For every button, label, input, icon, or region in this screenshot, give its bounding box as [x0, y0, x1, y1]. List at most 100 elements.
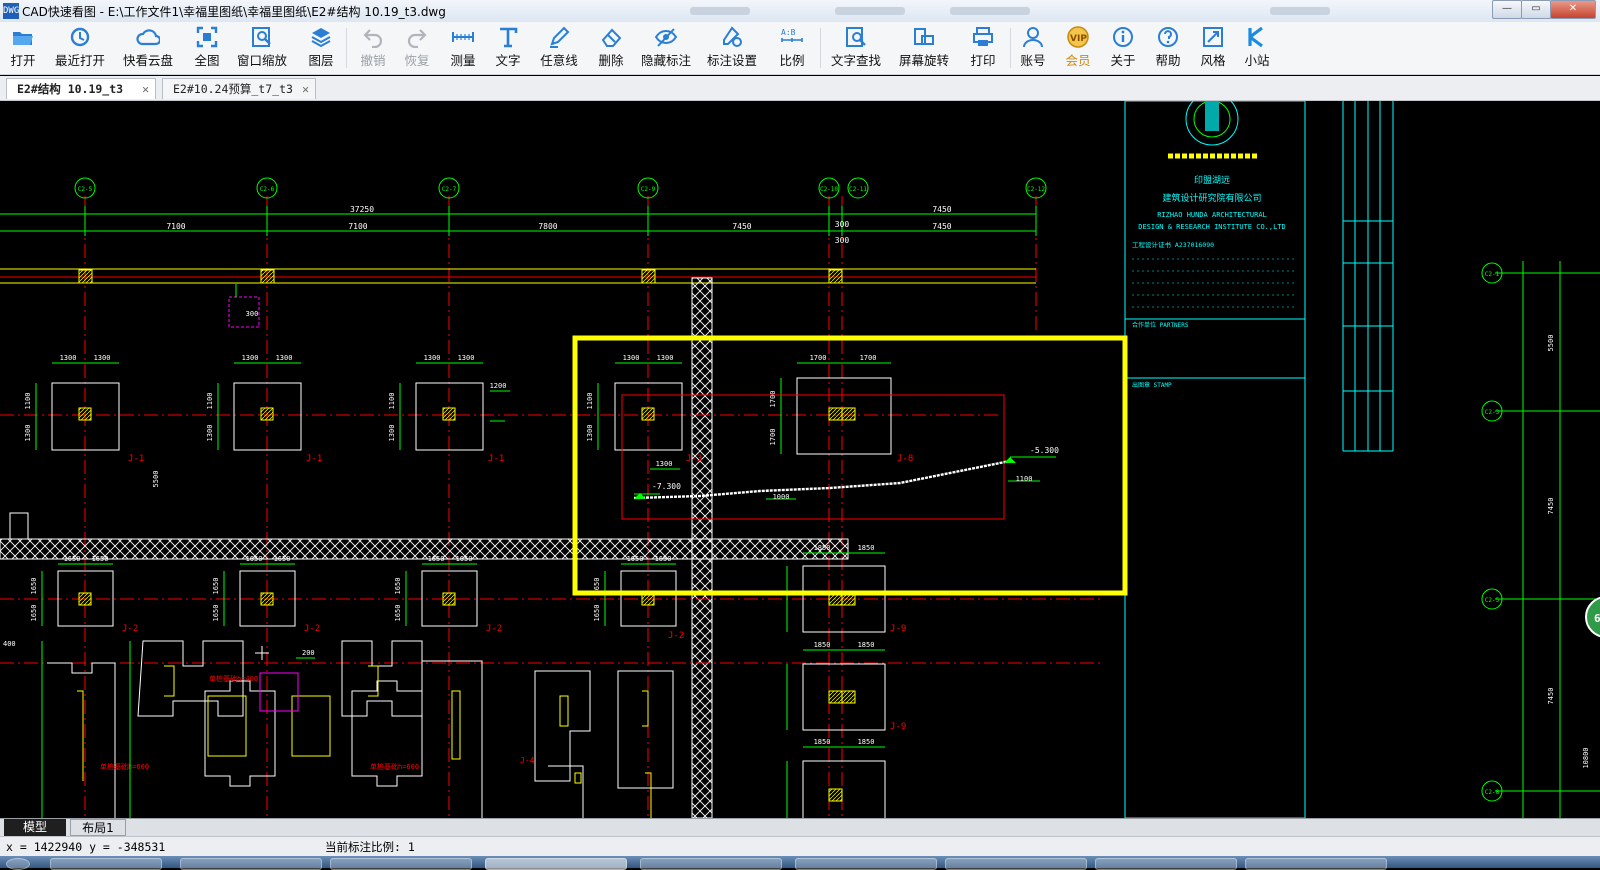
tab-layout1[interactable]: 布局1	[70, 819, 126, 836]
svg-text:300: 300	[835, 236, 850, 245]
svg-text:J-1: J-1	[306, 454, 322, 464]
scale-button[interactable]: A:B 比例	[775, 26, 809, 69]
vip-button[interactable]: VIP 会员	[1061, 26, 1095, 69]
toolbar-divider	[1010, 28, 1011, 68]
svg-text:1100: 1100	[388, 393, 396, 410]
svg-text:1650: 1650	[212, 578, 220, 595]
window-controls: — ▭ ✕	[1492, 0, 1596, 19]
delete-button[interactable]: 删除	[594, 26, 628, 69]
freehand-line-button[interactable]: 任意线	[536, 26, 582, 69]
svg-text:1650: 1650	[456, 555, 473, 563]
svg-text:1850: 1850	[814, 738, 831, 746]
tab-document-2[interactable]: E2#10.24预算_t7_t3 ✕	[162, 78, 316, 99]
taskbar-item[interactable]	[330, 858, 472, 870]
zoom-window-button[interactable]: 窗口缩放	[236, 26, 288, 69]
print-button[interactable]: 打印	[966, 26, 1000, 69]
svg-text:C2-12: C2-12	[1027, 186, 1045, 193]
svg-text:1650: 1650	[394, 605, 402, 622]
svg-text:1650: 1650	[655, 555, 672, 563]
tab-model[interactable]: 模型	[4, 819, 66, 836]
taskbar-item[interactable]	[180, 858, 322, 870]
main-toolbar: 打开 最近打开 快看云盘 全图 窗口缩放 图层 撤销 恢复 测量 文字 任意线	[0, 22, 1600, 75]
svg-text:J-9: J-9	[890, 722, 906, 732]
vip-icon: VIP	[1066, 26, 1090, 48]
style-icon	[1201, 26, 1225, 48]
measure-button[interactable]: 测量	[446, 26, 480, 69]
elevation-low: -7.300	[652, 482, 681, 491]
text-icon	[496, 26, 520, 48]
svg-text:1850: 1850	[858, 544, 875, 552]
svg-text:J-2: J-2	[122, 624, 138, 634]
taskbar-item[interactable]	[640, 858, 782, 870]
footing-j9: J-9	[802, 663, 906, 732]
undo-icon	[361, 26, 385, 48]
redo-button[interactable]: 恢复	[400, 26, 434, 69]
svg-text:1650: 1650	[64, 555, 81, 563]
undo-button[interactable]: 撤销	[356, 26, 390, 69]
about-button[interactable]: 关于	[1106, 26, 1140, 69]
site-button[interactable]: 小站	[1240, 26, 1274, 69]
close-tab-icon[interactable]: ✕	[302, 79, 309, 100]
eraser-icon	[599, 26, 623, 48]
recent-open-button[interactable]: 最近打开	[54, 26, 106, 69]
floating-badge[interactable]: 69	[1585, 596, 1600, 638]
drawing-canvas[interactable]: C2-5 C2-6 C2-7 C2-9 C2-10 C2-11 C2-12 37…	[0, 101, 1600, 818]
magenta-opening: 300	[228, 284, 260, 328]
fit-view-button[interactable]: 全图	[190, 26, 224, 69]
svg-text:7100: 7100	[166, 222, 185, 231]
taskbar-item[interactable]	[945, 858, 1087, 870]
svg-text:C2-6: C2-6	[260, 186, 275, 193]
help-button[interactable]: 帮助	[1151, 26, 1185, 69]
svg-text:1650: 1650	[212, 605, 220, 622]
footing-dims-row-1	[35, 362, 891, 454]
minimize-button[interactable]: —	[1492, 0, 1522, 19]
taskbar-item[interactable]	[1245, 858, 1387, 870]
taskbar-item[interactable]	[795, 858, 937, 870]
svg-text:300: 300	[835, 220, 850, 229]
annotation-settings-button[interactable]: 标注设置	[706, 26, 758, 69]
footing-j9	[802, 760, 886, 818]
svg-text:工程设计证书 A237016090: 工程设计证书 A237016090	[1132, 240, 1214, 249]
maximize-button[interactable]: ▭	[1521, 0, 1551, 19]
layers-button[interactable]: 图层	[304, 26, 338, 69]
fit-view-icon	[195, 26, 219, 48]
annotation-scale-status: 当前标注比例: 1	[325, 840, 415, 854]
start-button[interactable]	[6, 858, 30, 870]
svg-text:单桩基础h=400: 单桩基础h=400	[209, 674, 258, 683]
pen-icon	[547, 26, 571, 48]
style-button[interactable]: 风格	[1196, 26, 1230, 69]
svg-text:1300: 1300	[60, 354, 77, 362]
svg-text:7450: 7450	[732, 222, 751, 231]
text-search-button[interactable]: 文字查找	[830, 26, 882, 69]
cloud-drive-button[interactable]: 快看云盘	[122, 26, 174, 69]
rotate-screen-button[interactable]: 屏幕旋转	[898, 26, 950, 69]
svg-text:J-9: J-9	[890, 624, 906, 634]
blurred-title-segment	[950, 7, 1030, 15]
text-button[interactable]: 文字	[491, 26, 525, 69]
close-button[interactable]: ✕	[1550, 0, 1596, 19]
taskbar-item-active[interactable]	[485, 858, 627, 870]
svg-text:1850: 1850	[858, 641, 875, 649]
svg-text:1000: 1000	[773, 493, 790, 501]
svg-text:1100: 1100	[1016, 475, 1033, 483]
hide-annotation-button[interactable]: 隐藏标注	[640, 26, 692, 69]
user-icon	[1021, 26, 1045, 48]
axis-bubble: C2-11	[841, 177, 869, 818]
close-tab-icon[interactable]: ✕	[142, 79, 149, 100]
svg-text:1650: 1650	[30, 605, 38, 622]
svg-text:1300: 1300	[388, 425, 396, 442]
svg-text:J-8: J-8	[897, 454, 913, 464]
taskbar-item[interactable]	[1095, 858, 1237, 870]
account-button[interactable]: 账号	[1016, 26, 1050, 69]
svg-text:C2-1: C2-1	[1485, 271, 1500, 278]
svg-text:J-1: J-1	[488, 454, 504, 464]
svg-text:1650: 1650	[274, 555, 291, 563]
svg-text:1300: 1300	[656, 460, 673, 468]
svg-text:J-1: J-1	[128, 454, 144, 464]
open-button[interactable]: 打开	[8, 26, 38, 69]
blurred-title-segment	[1270, 7, 1330, 15]
layers-icon	[309, 26, 333, 48]
taskbar-item[interactable]	[50, 858, 162, 870]
tab-document-1[interactable]: E2#结构 10.19_t3 ✕	[6, 78, 156, 99]
svg-text:C2-9: C2-9	[641, 186, 656, 193]
